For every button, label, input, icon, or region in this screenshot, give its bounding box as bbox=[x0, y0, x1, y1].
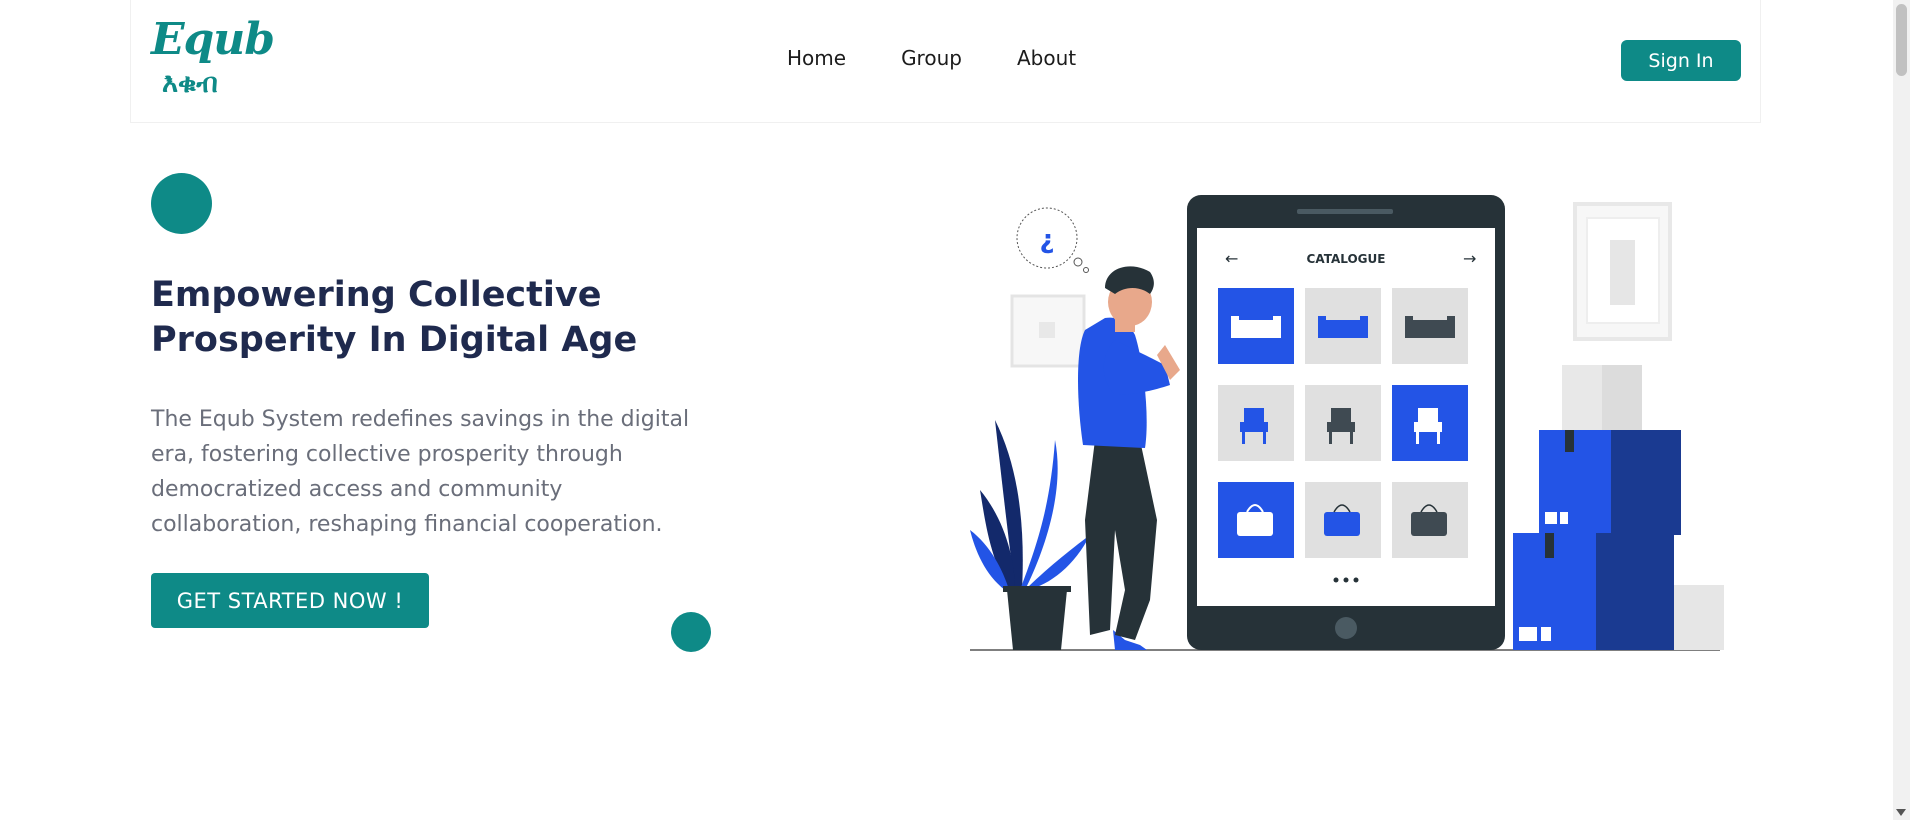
hero-description: The Equb System redefines savings in the… bbox=[151, 407, 690, 537]
nav-home-link[interactable]: Home bbox=[787, 46, 846, 70]
scroll-down-arrow-icon[interactable] bbox=[1896, 809, 1906, 816]
page-scrollbar[interactable] bbox=[1893, 0, 1910, 820]
stacked-boxes bbox=[1513, 365, 1724, 650]
sign-in-button[interactable]: Sign In bbox=[1621, 40, 1741, 81]
tablet-device: ← → CATALOGUE bbox=[1187, 195, 1505, 650]
hero-illustration: ¿ ← → CATALOGUE bbox=[970, 195, 1724, 651]
scrollbar-thumb[interactable] bbox=[1896, 4, 1907, 76]
hero-title: Empowering Collective Prosperity In Digi… bbox=[151, 275, 638, 360]
decorative-circle-small bbox=[671, 612, 711, 652]
logo-amharic-text: እቁብ bbox=[162, 68, 218, 99]
catalogue-next-arrow-icon: → bbox=[1463, 249, 1476, 268]
logo-latin-text: Equb bbox=[151, 14, 275, 65]
catalogue-title: CATALOGUE bbox=[1307, 252, 1386, 266]
pagination-dots-icon bbox=[1333, 577, 1359, 583]
wall-frame-small bbox=[1010, 294, 1086, 368]
get-started-button[interactable]: GET STARTED NOW ! bbox=[151, 573, 429, 628]
thought-bubble: ¿ bbox=[1016, 207, 1089, 273]
main-nav: Home Group About bbox=[787, 46, 1076, 70]
plant-icon bbox=[970, 420, 1090, 650]
catalogue-prev-arrow-icon: ← bbox=[1225, 249, 1238, 268]
question-mark-icon: ¿ bbox=[1039, 225, 1054, 255]
navbar: Equb እቁብ Home Group About Sign In bbox=[130, 0, 1761, 123]
wall-frame-large bbox=[1573, 202, 1672, 341]
nav-group-link[interactable]: Group bbox=[901, 46, 962, 70]
decorative-circle-large bbox=[151, 173, 212, 234]
nav-about-link[interactable]: About bbox=[1017, 46, 1076, 70]
thinking-person-icon bbox=[1078, 266, 1180, 650]
